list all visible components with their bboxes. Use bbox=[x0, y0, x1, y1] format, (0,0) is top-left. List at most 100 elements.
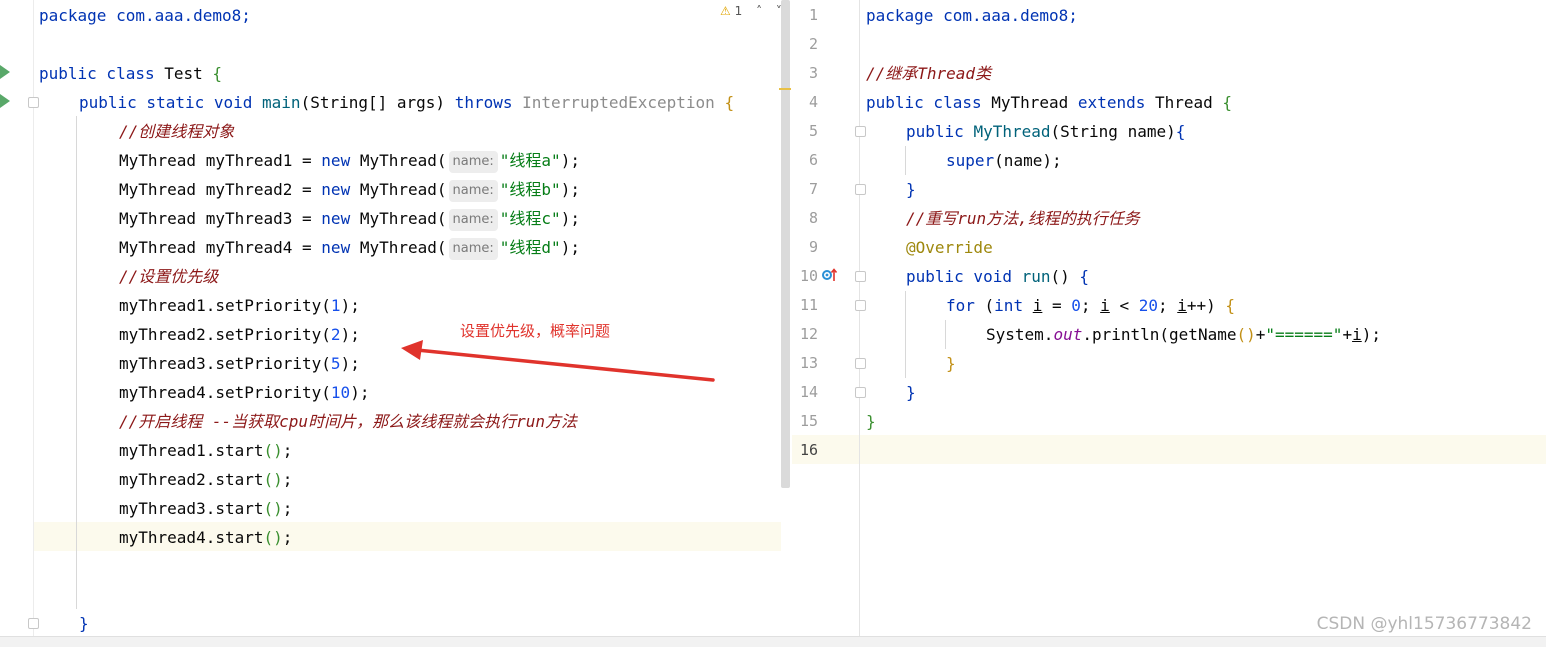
code-text: ; bbox=[282, 441, 293, 460]
code-text: myThread3.setPriority( bbox=[119, 354, 331, 373]
class-name: Test bbox=[164, 64, 203, 83]
run-class-icon[interactable] bbox=[0, 65, 10, 79]
code-text: MyThread( bbox=[350, 238, 447, 257]
comment: //继承Thread类 bbox=[866, 64, 992, 83]
chevron-up-icon[interactable]: ˄ bbox=[756, 4, 762, 18]
line-number: 15 bbox=[799, 412, 818, 430]
number-literal: 0 bbox=[1071, 296, 1081, 315]
line-number: 7 bbox=[808, 180, 818, 198]
code-line: public void run() { bbox=[906, 262, 1089, 291]
code-text: myThread1.setPriority( bbox=[119, 296, 331, 315]
package-statement: package com.aaa.demo8; bbox=[39, 6, 251, 25]
paren: () bbox=[263, 528, 283, 547]
left-gutter bbox=[0, 0, 39, 636]
code-text: ; bbox=[282, 499, 293, 518]
line-number: 12 bbox=[799, 325, 818, 343]
code-text: MyThread myThread1 = bbox=[119, 151, 322, 170]
vertical-scrollbar[interactable] bbox=[781, 0, 790, 488]
code-text: ); bbox=[560, 180, 580, 199]
code-line: myThread2.start(); bbox=[119, 465, 292, 494]
code-text: ); bbox=[340, 296, 360, 315]
horizontal-scrollbar[interactable] bbox=[0, 636, 1546, 647]
inspection-widget[interactable]: ⚠ 1 ˄ ˅ bbox=[720, 4, 782, 18]
keyword: super bbox=[946, 151, 995, 170]
keyword: extends bbox=[1077, 93, 1146, 112]
line-number: 8 bbox=[808, 209, 818, 227]
string-literal: "线程b" bbox=[499, 180, 561, 199]
parameter-hint: name: bbox=[448, 179, 498, 202]
string-literal: "线程c" bbox=[499, 209, 561, 228]
fold-icon[interactable] bbox=[855, 387, 866, 398]
warning-marker[interactable] bbox=[779, 88, 791, 90]
keyword: throws bbox=[454, 93, 513, 112]
code-text: myThread2.setPriority( bbox=[119, 325, 331, 344]
line-number: 5 bbox=[808, 122, 818, 140]
code-text: MyThread myThread2 = bbox=[119, 180, 322, 199]
code-text: ( bbox=[974, 296, 995, 315]
fold-icon[interactable] bbox=[855, 126, 866, 137]
code-text: myThread4.setPriority( bbox=[119, 383, 331, 402]
fold-icon[interactable] bbox=[855, 184, 866, 195]
code-line: myThread1.start(); bbox=[119, 436, 292, 465]
code-line: public class MyThread extends Thread { bbox=[866, 88, 1232, 117]
keyword: public bbox=[906, 122, 964, 141]
watermark: CSDN @yhl15736773842 bbox=[1316, 614, 1532, 634]
keyword: public static void bbox=[79, 93, 253, 112]
keyword: new bbox=[321, 209, 351, 228]
code-line: myThread4.start(); bbox=[119, 523, 292, 552]
exception-type: InterruptedException bbox=[522, 93, 715, 112]
keyword: public void bbox=[906, 267, 1012, 286]
fold-icon[interactable] bbox=[855, 300, 866, 311]
paren: () bbox=[1236, 325, 1256, 344]
code-text: ; bbox=[1080, 296, 1101, 315]
paren: () bbox=[1050, 267, 1070, 286]
line-number: 13 bbox=[799, 354, 818, 372]
code-line: for (int i = 0; i < 20; i++) { bbox=[946, 291, 1235, 320]
annotation: @Override bbox=[906, 238, 993, 257]
keyword: int bbox=[994, 296, 1024, 315]
override-method-icon[interactable] bbox=[822, 268, 838, 282]
code-line: myThread1.setPriority(1); bbox=[119, 291, 360, 320]
class-name: MyThread bbox=[981, 93, 1078, 112]
code-text: myThread3.start bbox=[119, 499, 264, 518]
brace: { bbox=[1225, 296, 1236, 315]
fold-icon[interactable] bbox=[855, 271, 866, 282]
closing-brace: } bbox=[866, 412, 876, 431]
code-text: + bbox=[1342, 325, 1353, 344]
run-main-icon[interactable] bbox=[0, 94, 10, 108]
code-line: super(name); bbox=[946, 146, 1062, 175]
code-text: ); bbox=[560, 238, 580, 257]
code-text: MyThread myThread3 = bbox=[119, 209, 322, 228]
fold-icon[interactable] bbox=[855, 358, 866, 369]
annotation-arrow-icon bbox=[401, 340, 715, 382]
signature: (String[] args) bbox=[300, 93, 446, 112]
code-text: MyThread( bbox=[350, 151, 447, 170]
variable: i bbox=[1032, 296, 1043, 315]
indent-guide bbox=[905, 291, 906, 378]
paren: () bbox=[263, 441, 283, 460]
code-text: myThread4.start bbox=[119, 528, 264, 547]
string-literal: "======" bbox=[1265, 325, 1343, 344]
code-line: package com.aaa.demo8; bbox=[39, 1, 251, 30]
code-line: public static void main(String[] args) t… bbox=[79, 88, 734, 117]
code-text: MyThread myThread4 = bbox=[119, 238, 322, 257]
code-text: ); bbox=[560, 209, 580, 228]
brace: { bbox=[212, 64, 223, 83]
indent-guide bbox=[945, 320, 946, 349]
fold-icon[interactable] bbox=[28, 97, 39, 108]
code-text: ; bbox=[282, 470, 293, 489]
variable: i bbox=[1100, 296, 1110, 315]
brace: { bbox=[1079, 267, 1090, 286]
number-literal: 10 bbox=[330, 383, 351, 402]
fold-icon[interactable] bbox=[28, 618, 39, 629]
code-line: System.out.println(getName()+"======"+i)… bbox=[986, 320, 1381, 349]
code-line: public MyThread(String name){ bbox=[906, 117, 1185, 146]
paren: () bbox=[263, 499, 283, 518]
comment: //创建线程对象 bbox=[119, 122, 235, 141]
code-text: ); bbox=[560, 151, 580, 170]
method-name: run bbox=[1021, 267, 1051, 286]
left-editor-pane[interactable]: package com.aaa.demo8; public class Test… bbox=[0, 0, 792, 636]
indent-guide bbox=[76, 116, 77, 609]
code-text: .println(getName bbox=[1082, 325, 1237, 344]
right-editor-pane[interactable]: 1 2 3 4 5 6 7 8 9 10 11 12 13 14 15 16 p… bbox=[792, 0, 1546, 636]
